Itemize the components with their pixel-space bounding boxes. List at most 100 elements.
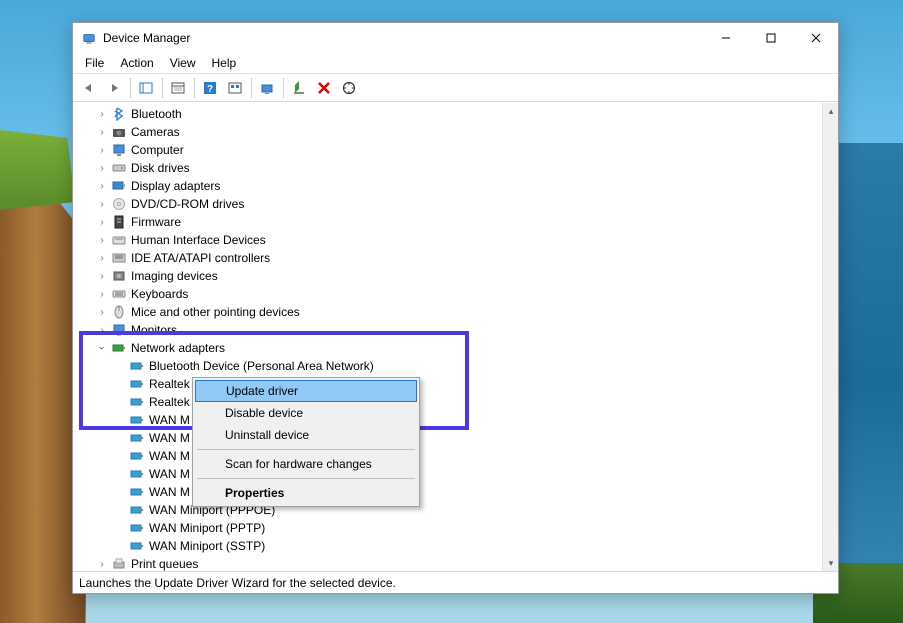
network-adapter-icon: [129, 394, 145, 410]
back-button[interactable]: [77, 77, 101, 99]
ctx-update-driver[interactable]: Update driver: [195, 380, 417, 402]
ctx-uninstall-device[interactable]: Uninstall device: [195, 424, 417, 446]
tree-label: Print queues: [131, 557, 198, 571]
camera-icon: [111, 124, 127, 140]
scroll-down-icon[interactable]: ▾: [823, 555, 838, 571]
svg-text:?: ?: [207, 84, 213, 95]
ide-icon: [111, 250, 127, 266]
network-adapter-icon: [129, 358, 145, 374]
tree-label: Computer: [131, 143, 184, 157]
close-button[interactable]: [793, 23, 838, 52]
action-icon[interactable]: [223, 77, 247, 99]
tree-label[interactable]: Realtek: [149, 395, 190, 409]
chevron-right-icon[interactable]: ›: [95, 107, 109, 121]
display-adapter-icon: [111, 178, 127, 194]
chevron-right-icon[interactable]: ›: [95, 287, 109, 301]
tree-label: Display adapters: [131, 179, 220, 193]
menu-file[interactable]: File: [77, 54, 112, 72]
help-icon[interactable]: ?: [198, 77, 222, 99]
tree-label: DVD/CD-ROM drives: [131, 197, 244, 211]
tree-label[interactable]: Realtek: [149, 377, 190, 391]
chevron-right-icon[interactable]: ›: [95, 197, 109, 211]
chevron-right-icon[interactable]: ›: [95, 557, 109, 571]
keyboard-icon: [111, 286, 127, 302]
chevron-down-icon[interactable]: ›: [95, 341, 109, 355]
imaging-icon: [111, 268, 127, 284]
dvd-icon: [111, 196, 127, 212]
toolbar: ?: [73, 74, 838, 102]
app-icon: [81, 30, 97, 46]
tree-label[interactable]: Bluetooth Device (Personal Area Network): [149, 359, 374, 373]
tree-label[interactable]: WAN Miniport (SSTP): [149, 539, 265, 553]
status-text: Launches the Update Driver Wizard for th…: [79, 576, 396, 590]
ctx-properties[interactable]: Properties: [195, 482, 417, 504]
chevron-right-icon[interactable]: ›: [95, 251, 109, 265]
bluetooth-icon: [111, 106, 127, 122]
tree-label: Monitors: [131, 323, 177, 337]
tree-label: Bluetooth: [131, 107, 182, 121]
network-adapter-icon: [129, 502, 145, 518]
network-adapter-icon: [129, 376, 145, 392]
device-tree[interactable]: ›Bluetooth ›Cameras ›Computer ›Disk driv…: [73, 103, 822, 571]
tree-label: Human Interface Devices: [131, 233, 266, 247]
update-driver-icon[interactable]: [255, 77, 279, 99]
maximize-button[interactable]: [748, 23, 793, 52]
menu-help[interactable]: Help: [204, 54, 245, 72]
mouse-icon: [111, 304, 127, 320]
menubar: File Action View Help: [73, 53, 838, 74]
enable-device-icon[interactable]: [287, 77, 311, 99]
chevron-right-icon[interactable]: ›: [95, 305, 109, 319]
printer-icon: [111, 556, 127, 571]
network-adapter-icon: [129, 412, 145, 428]
computer-icon: [111, 142, 127, 158]
minimize-button[interactable]: [703, 23, 748, 52]
ctx-disable-device[interactable]: Disable device: [195, 402, 417, 424]
tree-label[interactable]: WAN Miniport (PPTP): [149, 521, 265, 535]
tree-label: IDE ATA/ATAPI controllers: [131, 251, 270, 265]
ctx-separator: [197, 478, 415, 479]
context-menu: Update driver Disable device Uninstall d…: [192, 377, 420, 507]
titlebar[interactable]: Device Manager: [73, 23, 838, 53]
uninstall-icon[interactable]: [312, 77, 336, 99]
window-title: Device Manager: [103, 31, 190, 45]
scroll-up-icon[interactable]: ▴: [823, 103, 838, 119]
chevron-right-icon[interactable]: ›: [95, 269, 109, 283]
menu-action[interactable]: Action: [112, 54, 161, 72]
menu-view[interactable]: View: [162, 54, 204, 72]
tree-label: Imaging devices: [131, 269, 218, 283]
chevron-right-icon[interactable]: ›: [95, 233, 109, 247]
network-adapter-icon: [129, 430, 145, 446]
chevron-right-icon[interactable]: ›: [95, 179, 109, 193]
monitor-icon: [111, 322, 127, 338]
firmware-icon: [111, 214, 127, 230]
network-adapter-icon: [129, 520, 145, 536]
tree-label[interactable]: WAN M: [149, 449, 190, 463]
tree-label: Network adapters: [131, 341, 225, 355]
show-hide-icon[interactable]: [134, 77, 158, 99]
scan-hardware-icon[interactable]: [337, 77, 361, 99]
tree-label[interactable]: WAN M: [149, 431, 190, 445]
device-manager-window: Device Manager File Action View Help ?: [72, 22, 839, 594]
chevron-right-icon[interactable]: ›: [95, 323, 109, 337]
network-adapter-icon: [129, 484, 145, 500]
properties-icon[interactable]: [166, 77, 190, 99]
hid-icon: [111, 232, 127, 248]
forward-button[interactable]: [102, 77, 126, 99]
ctx-separator: [197, 449, 415, 450]
scrollbar[interactable]: ▴ ▾: [822, 103, 838, 571]
tree-label[interactable]: WAN M: [149, 413, 190, 427]
tree-label[interactable]: WAN M: [149, 485, 190, 499]
chevron-right-icon[interactable]: ›: [95, 143, 109, 157]
ctx-scan-hardware[interactable]: Scan for hardware changes: [195, 453, 417, 475]
chevron-right-icon[interactable]: ›: [95, 215, 109, 229]
network-icon: [111, 340, 127, 356]
chevron-right-icon[interactable]: ›: [95, 125, 109, 139]
tree-container: ›Bluetooth ›Cameras ›Computer ›Disk driv…: [73, 102, 838, 571]
network-adapter-icon: [129, 448, 145, 464]
tree-label: Mice and other pointing devices: [131, 305, 300, 319]
chevron-right-icon[interactable]: ›: [95, 161, 109, 175]
tree-label: Keyboards: [131, 287, 188, 301]
disk-icon: [111, 160, 127, 176]
statusbar: Launches the Update Driver Wizard for th…: [73, 571, 838, 593]
tree-label[interactable]: WAN M: [149, 467, 190, 481]
